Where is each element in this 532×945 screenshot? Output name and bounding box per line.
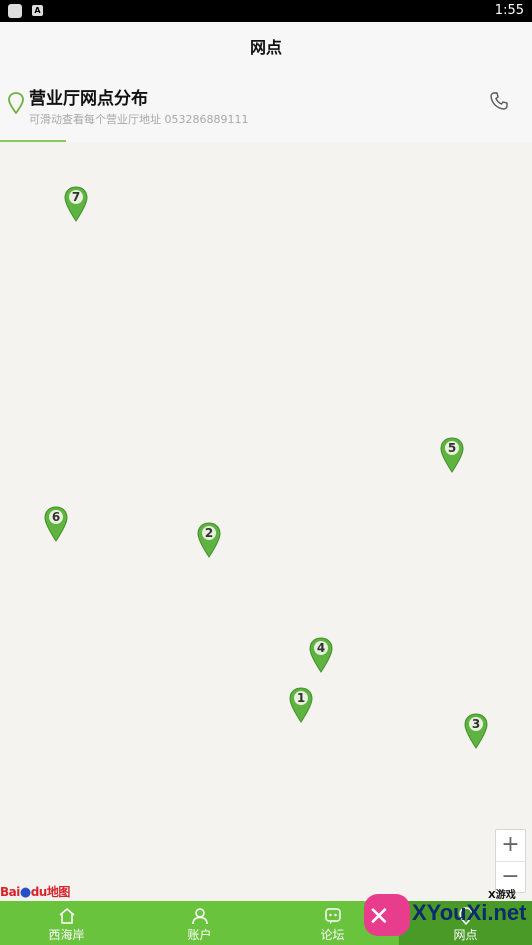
map-view[interactable]: 7 5 6 2 4 1 3 <box>0 142 532 901</box>
page-title: 网点 <box>249 38 282 57</box>
marker-label: 6 <box>51 510 61 524</box>
map-marker[interactable]: 5 <box>440 437 464 473</box>
marker-label: 1 <box>296 691 306 705</box>
phone-icon[interactable] <box>489 91 509 111</box>
map-attribution-logo: Bai●du地图 <box>0 883 70 901</box>
notification-icon <box>8 4 22 18</box>
tab-home[interactable]: 西海岸 <box>0 901 133 945</box>
map-marker[interactable]: 3 <box>464 713 488 749</box>
status-bar: A 1:55 <box>0 0 532 22</box>
marker-label: 5 <box>447 441 457 455</box>
logo-text-map: 地图 <box>46 885 71 899</box>
paw-icon: ● <box>19 885 31 900</box>
section-heading: 营业厅网点分布 <box>29 89 148 109</box>
zoom-in-button[interactable]: + <box>496 830 525 861</box>
map-marker[interactable]: 6 <box>44 506 68 542</box>
watermark-small-text: X游戏 <box>488 890 516 901</box>
map-marker[interactable]: 2 <box>197 522 221 558</box>
clock: 1:55 <box>494 3 524 18</box>
map-marker[interactable]: 1 <box>289 687 313 723</box>
marker-label: 2 <box>204 526 214 540</box>
logo-text-bai: Bai <box>0 885 20 899</box>
tab-label: 账户 <box>187 928 212 942</box>
user-icon <box>191 908 208 925</box>
map-marker[interactable]: 4 <box>309 637 333 673</box>
map-marker[interactable]: 7 <box>64 186 88 222</box>
logo-x-icon: ✕ <box>368 902 390 932</box>
site-watermark: ✕ XYouXi.net X游戏 <box>356 884 532 945</box>
marker-label: 4 <box>316 641 326 655</box>
watermark-text: XYouXi.net <box>412 900 527 925</box>
app-badge-icon: A <box>32 5 43 16</box>
logo-text-du: du <box>30 885 48 899</box>
tab-account[interactable]: 账户 <box>133 901 266 945</box>
info-header: 营业厅网点分布 可滑动查看每个营业厅地址 053286889111 <box>0 68 532 143</box>
marker-label: 3 <box>471 717 481 731</box>
location-pin-icon <box>8 92 24 114</box>
marker-label: 7 <box>71 190 81 204</box>
title-bar: 网点 <box>0 22 532 68</box>
tab-label: 西海岸 <box>48 928 85 942</box>
section-subtitle: 可滑动查看每个营业厅地址 053286889111 <box>29 113 249 126</box>
home-icon <box>59 908 74 924</box>
chat-icon <box>324 908 341 924</box>
